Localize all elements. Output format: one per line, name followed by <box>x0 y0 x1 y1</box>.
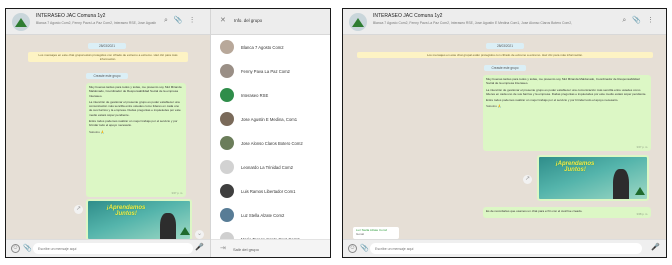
flyer-person-image <box>160 213 176 239</box>
chat-area[interactable]: 28/03/2021 Los mensajes en este chat gru… <box>343 35 666 239</box>
date-chip: 28/03/2021 <box>88 43 126 49</box>
member-name: Interaseo RSE <box>241 93 269 98</box>
scroll-down-icon[interactable]: ⌄ <box>195 230 204 239</box>
flyer-title: ¡Aprendamos Juntos! <box>106 205 146 218</box>
message-sign: Saludos 🙏 <box>486 104 502 109</box>
reply-text: Gonal <box>356 232 365 236</box>
flyer-person-image <box>613 169 629 199</box>
flyer-logo-icon <box>180 227 190 235</box>
message-input[interactable] <box>33 243 193 254</box>
screenshot-right: INTERASEO JAC Comuna 1y2 Blanca 7 Agosto… <box>342 8 667 258</box>
menu-icon[interactable]: ⋮ <box>647 17 660 24</box>
info-title: Info. del grupo <box>234 18 263 23</box>
message-paragraph-2: La intención de gestionar el presente gr… <box>486 87 647 96</box>
message-bubble[interactable]: Muy buenas tardes para todos y todas, me… <box>86 83 186 197</box>
attach-icon[interactable]: 📎 <box>360 244 369 252</box>
member-row[interactable]: Leonardo La Trinidad Com2 <box>211 157 330 179</box>
message-paragraph-2: La intención de gestionar el presente gr… <box>89 99 181 117</box>
member-name: Luis Ramos Libertador Com1 <box>241 189 296 194</box>
menu-icon[interactable]: ⋮ <box>189 17 202 24</box>
exit-group-row[interactable]: ⇥ Salir del grupo <box>211 239 330 257</box>
followup-text: Es de recordarles que usamos un chat par… <box>486 209 583 213</box>
emoji-icon[interactable]: ☺ <box>11 244 20 253</box>
member-row[interactable]: Jose Alonso Claros Botero Com2 <box>211 133 330 155</box>
flyer-logo-icon <box>635 187 645 195</box>
message-paragraph-3: Entre todos podemos realizar un mejor tr… <box>486 98 619 103</box>
member-avatar <box>220 184 234 198</box>
info-header: ✕ Info. del grupo <box>211 9 330 35</box>
followup-bubble[interactable]: Es de recordarles que usamos un chat par… <box>483 207 651 218</box>
header-icons: ⌕📎⋮ <box>622 16 660 25</box>
chat-header[interactable]: INTERASEO JAC Comuna 1y2 Blanca 7 Agosto… <box>6 9 210 35</box>
chat-members-subtitle: Blanca 7 Agosto Com2, Fenny Pava La Paz … <box>373 21 573 25</box>
chat-area[interactable]: 28/03/2021 Los mensajes en este chat gru… <box>6 35 210 241</box>
group-created-chip: Creaste este grupo <box>484 65 526 71</box>
exit-group-label: Salir del grupo <box>233 247 259 252</box>
member-name: Leonardo La Trinidad Com2 <box>241 165 293 170</box>
member-row[interactable]: Fenny Pava La Paz Com2 <box>211 61 330 83</box>
member-avatar <box>220 136 234 150</box>
member-row[interactable]: Interaseo RSE <box>211 85 330 107</box>
group-info-panel: ✕ Info. del grupo Blanca 7 Agosto Com2 Fe… <box>210 9 330 257</box>
clip-icon[interactable]: 📎 <box>632 17 647 24</box>
reply-bubble[interactable]: Luz Stella Alzate Com2 Gonal <box>353 227 399 239</box>
header-icons: ⌕📎⋮ <box>164 16 202 25</box>
followup-time: 3:08 p. m. <box>636 212 648 216</box>
member-row[interactable]: Blanca 7 Agosto Com2 <box>211 37 330 59</box>
flyer-image[interactable]: ¡Aprendamos Juntos! <box>537 155 649 201</box>
member-name: Blanca 7 Agosto Com2 <box>241 45 284 50</box>
chat-members-subtitle: Blanca 7 Agosto Com2, Fenny Pava La Paz … <box>36 21 156 25</box>
member-row[interactable]: Jose Agustin E Medina, Com1 <box>211 109 330 131</box>
flyer-title: ¡Aprendamos Juntos! <box>555 161 595 174</box>
member-row[interactable]: Luis Ramos Libertador Com1 <box>211 181 330 203</box>
attach-icon[interactable]: 📎 <box>23 244 32 252</box>
member-avatar <box>220 88 234 102</box>
flyer-image[interactable]: ¡Aprendamos Juntos! <box>86 199 192 241</box>
group-avatar[interactable] <box>349 13 367 31</box>
member-name: Jose Agustin E Medina, Com1 <box>241 117 298 122</box>
member-avatar <box>220 40 234 54</box>
group-created-chip: Creaste este grupo <box>86 73 128 79</box>
chat-header[interactable]: INTERASEO JAC Comuna 1y2 Blanca 7 Agosto… <box>343 9 666 35</box>
message-paragraph-1: Muy buenas tardes para todos y todas, me… <box>486 77 640 86</box>
member-avatar <box>220 160 234 174</box>
member-row[interactable]: Luz Stella Alzate Com2 <box>211 205 330 227</box>
clip-icon[interactable]: 📎 <box>174 17 189 24</box>
message-paragraph-1: Muy buenas tardes para todos y todas, me… <box>89 85 182 98</box>
message-composer: ☺ 📎 🎤 <box>6 239 210 257</box>
message-input[interactable] <box>370 243 642 254</box>
member-avatar <box>220 208 234 222</box>
message-bubble[interactable]: Muy buenas tardes para todos y todas, me… <box>483 75 651 151</box>
message-paragraph-3: Entre todos podemos realizar un mejor tr… <box>89 119 178 128</box>
date-chip: 28/03/2021 <box>486 43 524 49</box>
member-name: Jose Alonso Claros Botero Com2 <box>241 141 303 146</box>
search-icon[interactable]: ⌕ <box>622 17 632 24</box>
group-avatar[interactable] <box>12 13 30 31</box>
forward-icon[interactable]: ↗ <box>523 175 532 184</box>
member-avatar <box>220 64 234 78</box>
encryption-notice[interactable]: Los mensajes en este chat grupal están p… <box>28 52 188 62</box>
member-name: Luz Stella Alzate Com2 <box>241 213 285 218</box>
forward-icon[interactable]: ↗ <box>74 205 83 214</box>
member-name: Fenny Pava La Paz Com2 <box>241 69 290 74</box>
encryption-notice[interactable]: Los mensajes en este chat grupal están p… <box>357 52 653 58</box>
emoji-icon[interactable]: ☺ <box>348 244 357 253</box>
message-time: 3:07 p. m. <box>636 145 648 149</box>
message-time: 3:07 p. m. <box>171 191 183 195</box>
exit-icon: ⇥ <box>220 245 226 252</box>
mic-icon[interactable]: 🎤 <box>651 243 660 251</box>
close-icon[interactable]: ✕ <box>220 16 226 24</box>
screenshot-left: INTERASEO JAC Comuna 1y2 Blanca 7 Agosto… <box>5 8 331 258</box>
message-composer: ☺ 📎 🎤 <box>343 239 666 257</box>
mic-icon[interactable]: 🎤 <box>195 243 204 251</box>
member-avatar <box>220 112 234 126</box>
chat-title: INTERASEO JAC Comuna 1y2 <box>373 13 443 19</box>
chat-title: INTERASEO JAC Comuna 1y2 <box>36 13 106 19</box>
search-icon[interactable]: ⌕ <box>164 17 174 24</box>
message-sign: Saludos 🙏 <box>89 129 105 134</box>
